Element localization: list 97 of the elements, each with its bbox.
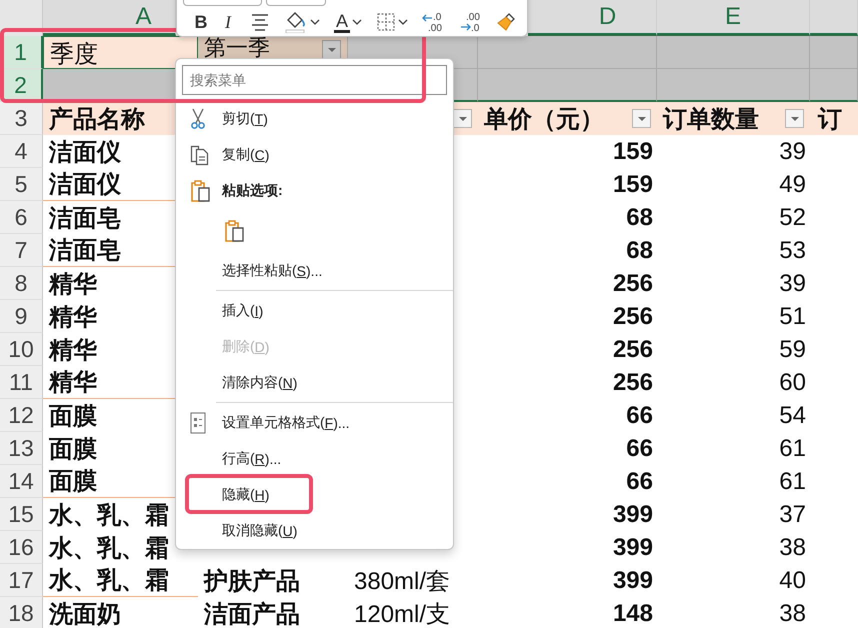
table-cell-text: 159 <box>612 136 654 166</box>
table-cell-text: 精华 <box>48 302 98 332</box>
search-field[interactable]: 搜索菜单 <box>182 65 447 95</box>
table-cell-text: 洗面奶 <box>48 600 122 628</box>
table-cell-text: 39 <box>778 268 807 298</box>
row-header[interactable]: 9 <box>0 300 43 333</box>
row-header[interactable]: 11 <box>0 366 43 399</box>
format-cells-icon <box>190 412 206 434</box>
menu-item[interactable]: 设置单元格格式(F)... <box>176 405 453 441</box>
table-cell-text: 精华 <box>48 336 98 366</box>
table-cell-text: 40 <box>778 566 807 596</box>
table-cell-text: 洁面仪 <box>48 138 122 168</box>
row-header[interactable]: 17 <box>0 564 43 597</box>
column-header[interactable]: E <box>657 0 810 36</box>
table-cell-text: 256 <box>612 302 654 332</box>
paint-bucket-icon <box>284 11 308 33</box>
row-header[interactable]: 7 <box>0 234 43 267</box>
table-cell-text: 精华 <box>48 270 98 300</box>
table-cell-text: 399 <box>612 566 654 596</box>
align-center-icon <box>250 13 270 31</box>
table-cell-text: 53 <box>778 236 807 266</box>
row-header[interactable]: 16 <box>0 531 43 564</box>
row-header[interactable]: 8 <box>0 267 43 300</box>
table-cell-text: 洁面产品 <box>202 600 301 628</box>
header-label: 第一季 <box>204 37 270 58</box>
header-label: 订单数量 <box>663 104 759 134</box>
clipboard-icon <box>190 179 212 203</box>
table-cell-text: 159 <box>612 170 654 200</box>
borders-icon <box>376 12 396 32</box>
dropdown-arrow-icon <box>636 116 646 122</box>
font-color-button[interactable]: A <box>331 9 366 35</box>
column-header[interactable]: D <box>528 0 657 36</box>
table-cell-text: 68 <box>625 236 654 266</box>
row-header[interactable]: 6 <box>0 201 43 234</box>
table-cell: 订 <box>810 102 858 135</box>
table-cell-text: 399 <box>612 500 654 530</box>
table-cell-text: 66 <box>625 466 654 496</box>
filter-button[interactable] <box>453 109 472 128</box>
table-cell-text: 256 <box>612 334 654 364</box>
column-header[interactable] <box>810 0 858 36</box>
header-label: 单价（元） <box>484 104 604 134</box>
table-cell-text: 61 <box>778 466 807 496</box>
bold-button[interactable]: B <box>189 9 213 35</box>
clipboard-icon <box>224 219 246 243</box>
filter-button[interactable] <box>785 109 804 128</box>
table-cell-text: 68 <box>625 202 654 232</box>
dropdown-arrow-icon <box>458 116 468 122</box>
increase-decimal-button[interactable]: .0 .00 <box>419 9 450 35</box>
table-cell-text: 洁面皂 <box>48 204 122 234</box>
table-cell-text: 399 <box>612 532 654 562</box>
table-cell-text: 61 <box>778 434 807 464</box>
row-header[interactable]: 14 <box>0 465 43 498</box>
decrease-decimal-button[interactable]: .00 .0 <box>457 9 488 35</box>
table-cell-text: 52 <box>778 202 807 232</box>
table-cell: 水、乳、霜 <box>43 564 198 597</box>
table-cell-text: 37 <box>778 500 807 530</box>
dropdown-arrow-icon <box>326 46 336 52</box>
row-header[interactable]: 15 <box>0 498 43 531</box>
table-cell-text: 59 <box>778 334 807 364</box>
row-header[interactable]: 13 <box>0 432 43 465</box>
row-header[interactable]: 5 <box>0 168 43 201</box>
table-cell-text: 66 <box>625 400 654 430</box>
scissors-icon <box>190 108 206 130</box>
table-cell-text: 38 <box>778 532 807 562</box>
table-cell <box>810 36 858 69</box>
dropdown-arrow-icon <box>790 116 800 122</box>
table-cell-text: 66 <box>625 434 654 464</box>
table-cell-text: 256 <box>612 368 654 398</box>
table-cell-text: 面膜 <box>48 434 98 464</box>
table-cell-text: 49 <box>778 170 807 200</box>
table-cell: 季度 <box>43 36 198 69</box>
table-cell-text: 38 <box>778 598 807 628</box>
row-header[interactable]: 18 <box>0 597 43 628</box>
row-header[interactable]: 10 <box>0 333 43 366</box>
table-cell-text: 148 <box>612 598 654 628</box>
table-cell-text: 380ml/套 <box>353 566 452 596</box>
table-cell-text: 60 <box>778 368 807 398</box>
italic-button[interactable]: I <box>215 9 241 35</box>
table-cell-text: 54 <box>778 400 807 430</box>
copy-icon <box>190 144 210 166</box>
table-cell-text: 水、乳、霜 <box>48 534 170 564</box>
menu-item[interactable]: 插入(I) <box>176 293 453 329</box>
table-cell <box>810 69 858 102</box>
menu-item[interactable]: 取消隐藏(U) <box>176 513 453 549</box>
table-cell-text: 水、乳、霜 <box>48 500 170 530</box>
table-cell-text: 护肤产品 <box>202 566 301 596</box>
table-cell-text: 120ml/支 <box>353 600 452 628</box>
table-cell-text: 39 <box>778 136 807 166</box>
row-header[interactable]: 3 <box>0 102 43 135</box>
table-cell-text: 51 <box>778 302 807 332</box>
filter-button[interactable] <box>632 109 651 128</box>
menu-heading: 粘贴选项: <box>222 182 283 200</box>
row-header[interactable]: 4 <box>0 135 43 168</box>
table-cell-text: 面膜 <box>48 402 98 432</box>
row-header[interactable]: 12 <box>0 399 43 432</box>
table-cell-text: 256 <box>612 268 654 298</box>
filter-button[interactable] <box>322 40 341 59</box>
